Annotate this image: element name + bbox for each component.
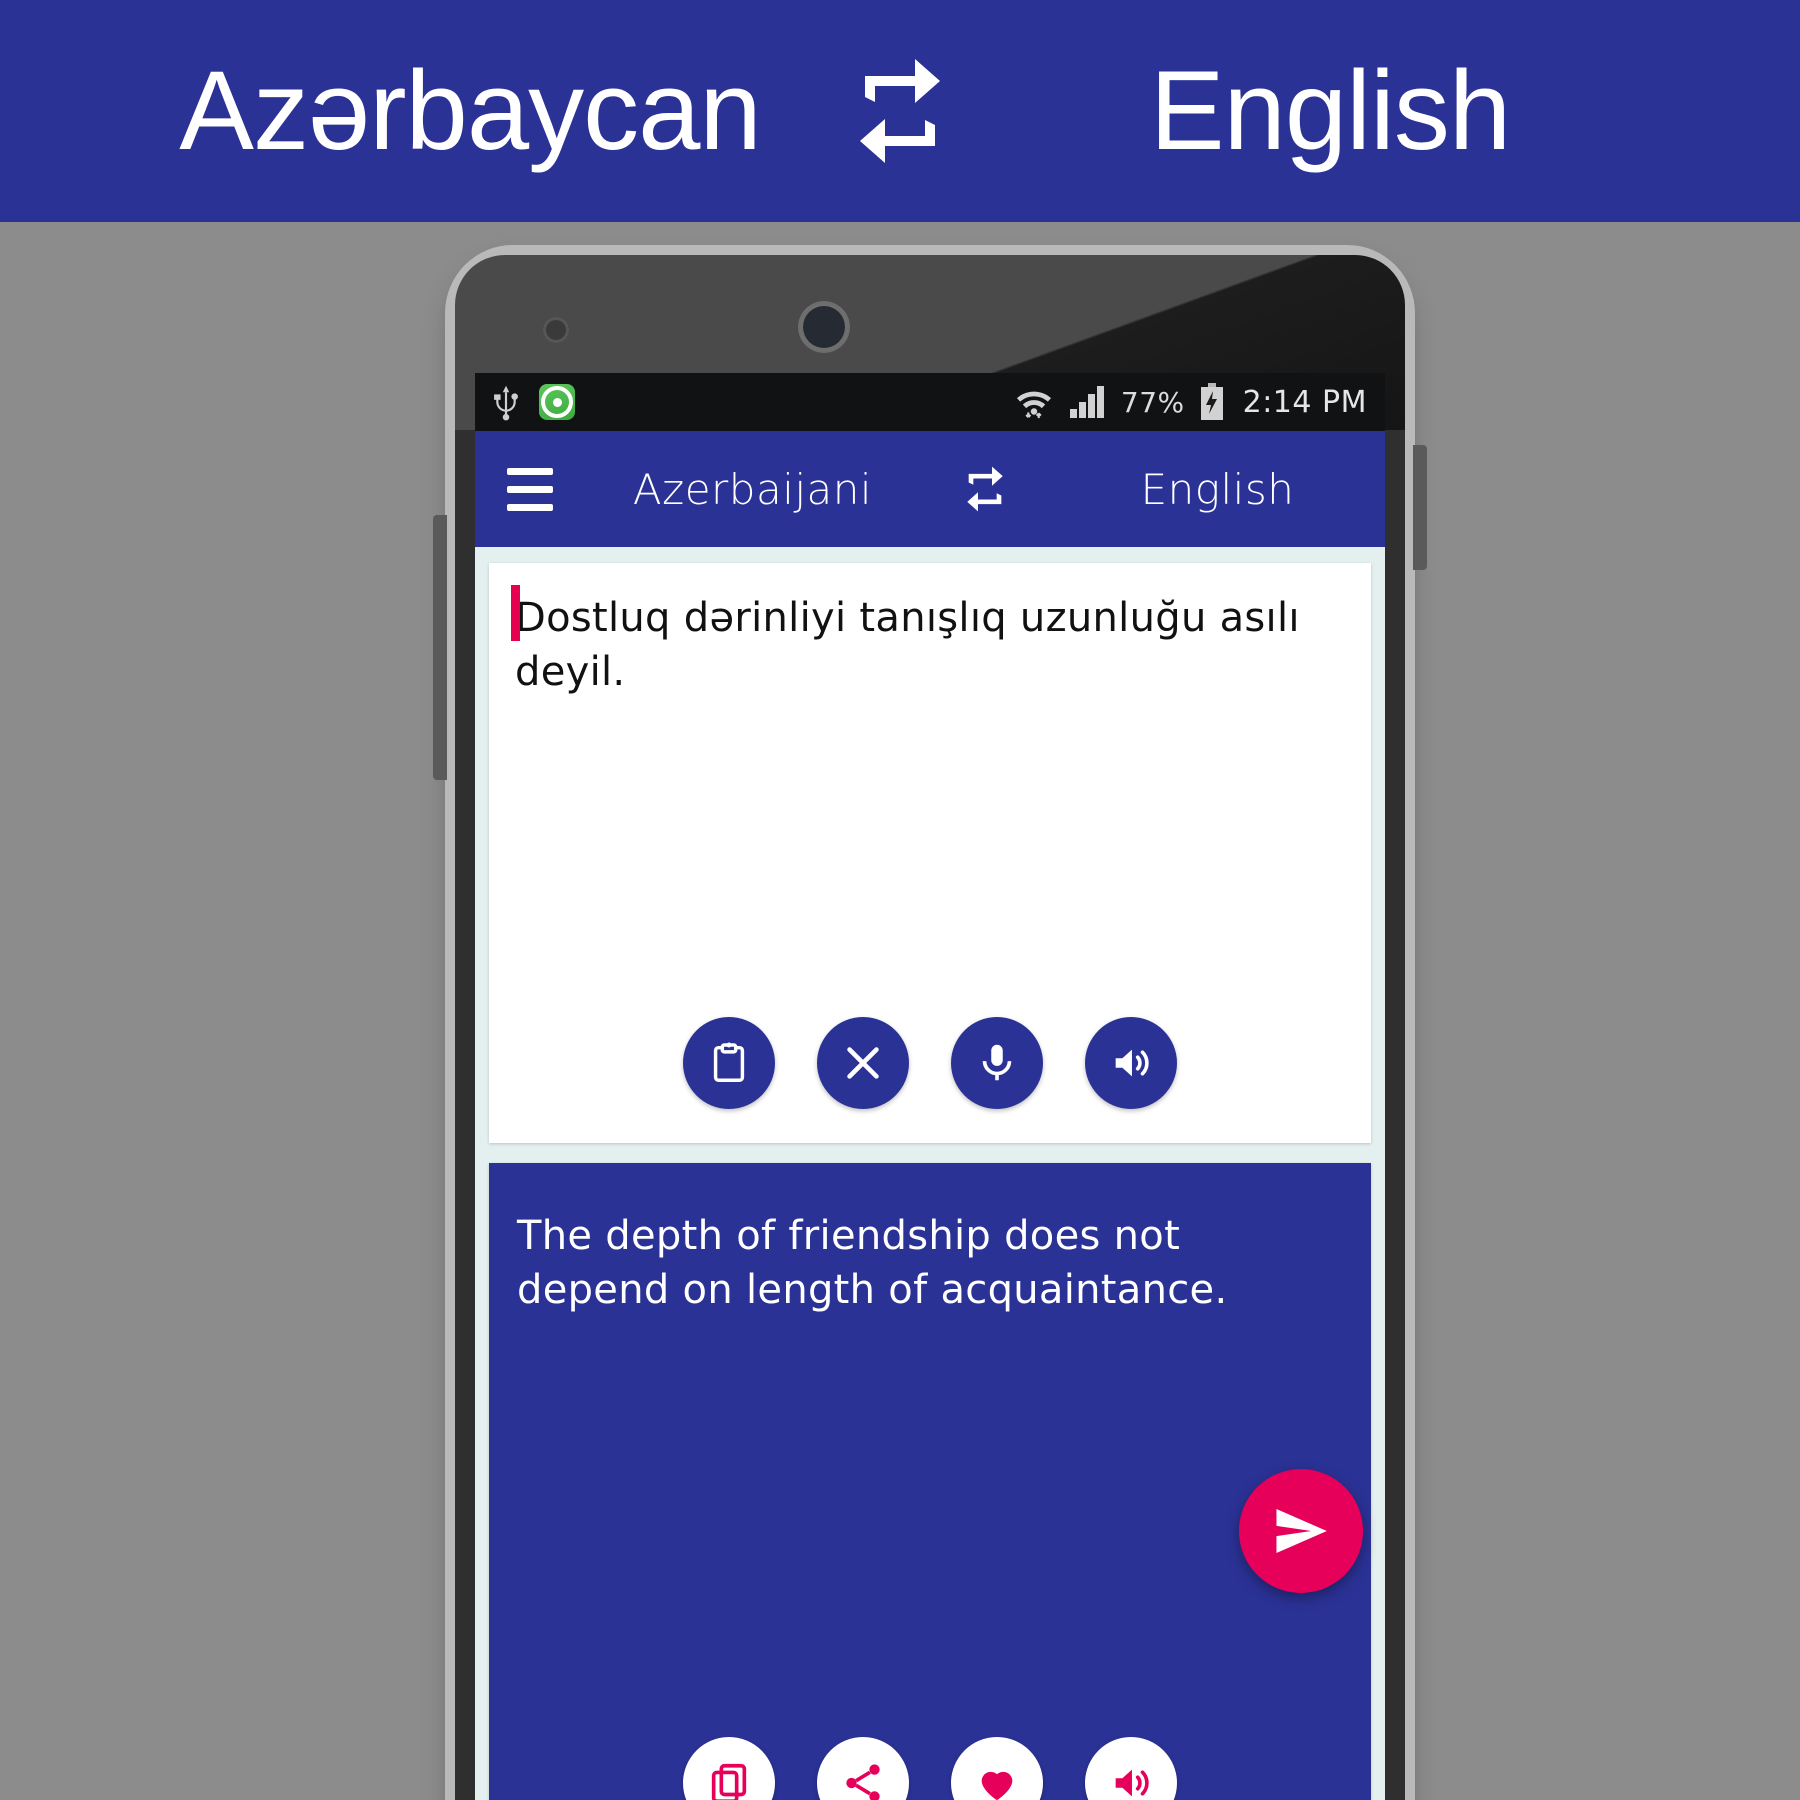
battery-percent-label: 77% <box>1120 385 1185 419</box>
toolbar-target-language[interactable]: English <box>1050 465 1385 514</box>
result-action-row <box>489 1737 1371 1800</box>
toolbar-swap-icon[interactable] <box>920 461 1050 517</box>
paste-button[interactable] <box>683 1017 775 1109</box>
banner-swap-icon <box>820 51 980 171</box>
screenshot-root: Azərbaycan English 77% 2:14 PM Azerbaija… <box>0 0 1800 1800</box>
status-clock: 2:14 PM <box>1242 384 1367 420</box>
favorite-button[interactable] <box>951 1737 1043 1800</box>
result-text-card: The depth of friendship does not depend … <box>489 1163 1371 1800</box>
source-action-row <box>489 1017 1371 1109</box>
front-camera-icon <box>798 301 850 353</box>
app-toolbar: Azerbaijani English <box>475 431 1385 547</box>
voice-input-button[interactable] <box>951 1017 1043 1109</box>
wifi-icon <box>1013 384 1055 420</box>
translated-text: The depth of friendship does not depend … <box>517 1213 1228 1313</box>
banner-target-language: English <box>1149 48 1511 173</box>
promo-banner: Azərbaycan English <box>0 0 1800 222</box>
clear-button[interactable] <box>817 1017 909 1109</box>
source-text-input[interactable]: Dostluq dərinliyi tanışlıq uzunluğu asıl… <box>515 591 1347 699</box>
usb-icon <box>493 383 519 421</box>
share-button[interactable] <box>817 1737 909 1800</box>
toolbar-source-language[interactable]: Azerbaijani <box>585 465 920 514</box>
phone-screen: 77% 2:14 PM Azerbaijani English Dostluq … <box>475 373 1385 1800</box>
text-caret <box>511 585 520 641</box>
translate-send-button[interactable] <box>1239 1469 1363 1593</box>
power-button[interactable] <box>1413 445 1427 570</box>
volume-button[interactable] <box>433 515 447 780</box>
copy-button[interactable] <box>683 1737 775 1800</box>
green-app-icon <box>539 384 575 420</box>
battery-charging-icon <box>1199 383 1225 421</box>
hamburger-menu-icon[interactable] <box>475 467 585 511</box>
status-bar: 77% 2:14 PM <box>475 373 1385 431</box>
translator-content: Dostluq dərinliyi tanışlıq uzunluğu asıl… <box>475 547 1385 1800</box>
sensor-icon <box>543 317 569 343</box>
cellular-signal-icon <box>1069 385 1107 419</box>
source-text-card: Dostluq dərinliyi tanışlıq uzunluğu asıl… <box>489 563 1371 1143</box>
listen-result-button[interactable] <box>1085 1737 1177 1800</box>
banner-source-language: Azərbaycan <box>179 48 761 173</box>
phone-mockup: 77% 2:14 PM Azerbaijani English Dostluq … <box>433 255 1427 1800</box>
listen-source-button[interactable] <box>1085 1017 1177 1109</box>
